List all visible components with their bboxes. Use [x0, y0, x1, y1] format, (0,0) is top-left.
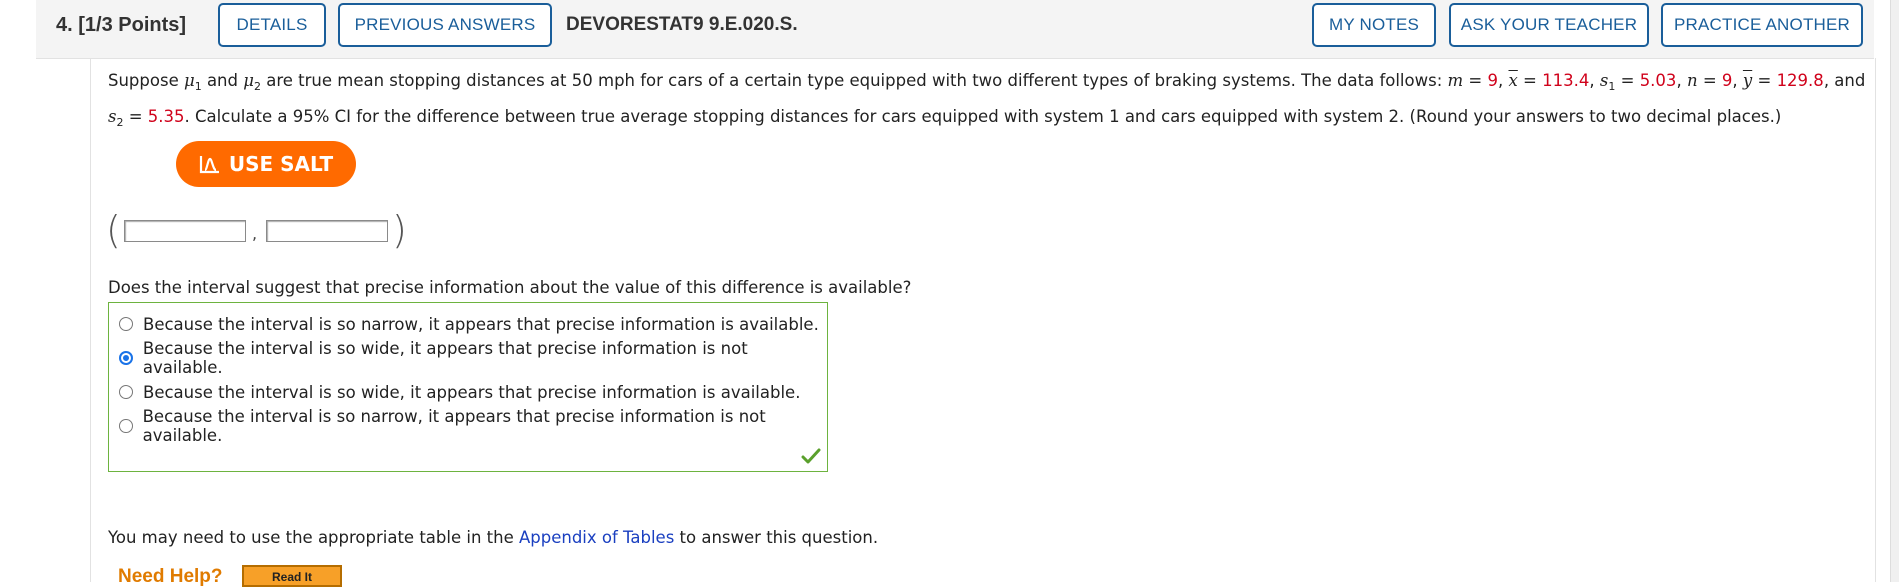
radio-button[interactable] — [119, 385, 133, 399]
radio-button[interactable] — [119, 419, 133, 433]
equals-sign: = — [1517, 71, 1543, 90]
mu-symbol: μ — [183, 71, 195, 90]
question-number: 4. [1/3 Points] — [56, 14, 186, 37]
choice-option-3[interactable]: Because the interval is so wide, it appe… — [119, 377, 800, 407]
separator: , — [1732, 71, 1743, 90]
equals-sign: = — [1463, 71, 1488, 90]
separator: , — [1676, 71, 1687, 90]
choice-label: Because the interval is so wide, it appe… — [143, 382, 801, 402]
checkmark-icon — [801, 448, 821, 464]
previous-answers-button[interactable]: PREVIOUS ANSWERS — [338, 3, 552, 47]
choice-option-4[interactable]: Because the interval is so narrow, it ap… — [119, 407, 827, 445]
choice-label: Because the interval is so narrow, it ap… — [143, 314, 819, 334]
question-points: [1/3 Points] — [78, 14, 187, 36]
salt-chart-icon — [199, 156, 219, 174]
use-salt-button[interactable]: USE SALT — [176, 141, 356, 187]
s2-value: 5.35 — [147, 107, 185, 126]
equals-sign: = — [1697, 71, 1722, 90]
question-header: 4. [1/3 Points] DETAILS PREVIOUS ANSWERS… — [36, 0, 1874, 59]
page-scrollbar[interactable] — [1890, 0, 1899, 582]
n-symbol: n — [1686, 71, 1698, 90]
n-value: 9 — [1721, 71, 1733, 90]
mu-symbol: μ — [243, 71, 254, 90]
question-prompt: Suppose μ1 and μ2 are true mean stopping… — [108, 66, 1868, 138]
choice-label: Because the interval is so wide, it appe… — [142, 339, 748, 377]
prompt-text: . Calculate a 95% CI for the difference … — [184, 107, 1782, 126]
open-paren: ( — [106, 208, 121, 252]
note-text: You may need to use the appropriate tabl… — [108, 528, 519, 547]
y-bar-value: 129.8 — [1776, 71, 1824, 90]
mu1-subscript: 1 — [194, 80, 202, 93]
note-text: to answer this question. — [674, 528, 879, 547]
question-code: DEVORESTAT9 9.E.020.S. — [566, 14, 798, 35]
s1-value: 5.03 — [1639, 71, 1677, 90]
y-bar-symbol: y — [1742, 71, 1753, 90]
radio-button-selected[interactable] — [119, 351, 133, 365]
radio-button[interactable] — [119, 317, 133, 331]
equals-sign: = — [1615, 71, 1640, 90]
ci-lower-input[interactable] — [124, 220, 246, 242]
separator: , — [1498, 71, 1509, 90]
prompt-text: , and — [1823, 71, 1866, 90]
x-bar-symbol: x — [1508, 71, 1518, 90]
equals-sign: = — [123, 107, 148, 126]
ci-upper-input[interactable] — [266, 220, 388, 242]
equals-sign: = — [1752, 71, 1777, 90]
m-symbol: m — [1447, 71, 1464, 90]
choice-label: Because the interval is so narrow, it ap… — [142, 407, 766, 445]
need-help-label: Need Help? — [118, 566, 223, 587]
prompt-text: and — [201, 71, 244, 90]
choice-option-2[interactable]: Because the interval is so wide, it appe… — [119, 339, 827, 377]
choice-option-1[interactable]: Because the interval is so narrow, it ap… — [119, 309, 819, 339]
use-salt-label: USE SALT — [228, 152, 334, 176]
mu2-subscript: 2 — [253, 80, 261, 93]
appendix-link[interactable]: Appendix of Tables — [519, 528, 674, 547]
interval-comma: , — [252, 224, 258, 243]
my-notes-button[interactable]: MY NOTES — [1312, 3, 1436, 47]
practice-another-button[interactable]: PRACTICE ANOTHER — [1661, 3, 1863, 47]
details-button[interactable]: DETAILS — [218, 3, 326, 47]
ask-teacher-button[interactable]: ASK YOUR TEACHER — [1449, 3, 1649, 47]
appendix-note: You may need to use the appropriate tabl… — [108, 528, 878, 547]
prompt-text: are true mean stopping distances at 50 m… — [260, 71, 1448, 90]
close-paren: ) — [392, 208, 407, 252]
separator: , — [1589, 71, 1600, 90]
followup-question: Does the interval suggest that precise i… — [108, 278, 912, 297]
answer-choices: Because the interval is so narrow, it ap… — [108, 302, 828, 472]
question-index: 4. — [56, 14, 73, 36]
m-value: 9 — [1487, 71, 1499, 90]
x-bar-value: 113.4 — [1542, 71, 1590, 90]
read-it-button[interactable]: Read It — [242, 565, 342, 587]
prompt-text: Suppose — [108, 71, 184, 90]
